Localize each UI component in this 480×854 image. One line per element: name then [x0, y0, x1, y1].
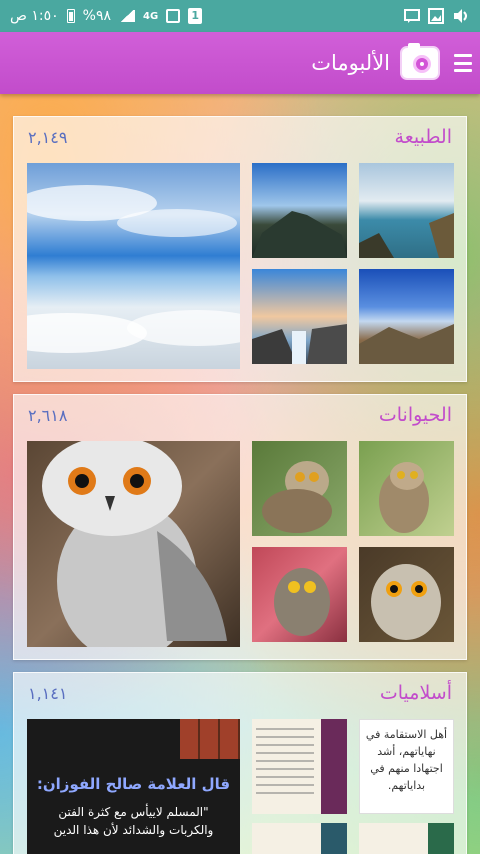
time: ١:٥٠ ص [10, 8, 59, 24]
quote-card-text: أهل الاستقامة في نهاياتهم، أشد اجتهادا م… [365, 728, 448, 792]
battery-percent: %٩٨ [82, 8, 112, 24]
camera-icon [400, 43, 440, 80]
sky-clouds-image [27, 185, 240, 353]
owl-image [42, 441, 227, 647]
album-title: الطبيعة [394, 126, 452, 148]
album-thumb[interactable] [252, 163, 347, 258]
album-thumb[interactable] [252, 719, 347, 814]
page-title: الألبومات [311, 51, 390, 75]
sim-badge: 1 [188, 8, 203, 24]
status-bar: ١:٥٠ ص %٩٨ 4G 1 [0, 0, 480, 32]
album-title: أسلاميات [379, 682, 452, 704]
album-header: ٢,٦١٨ الحيوانات [14, 395, 466, 435]
album-thumb[interactable] [252, 441, 347, 536]
album-card-nature[interactable]: ٢,١٤٩ الطبيعة [13, 116, 467, 382]
status-right [404, 8, 470, 24]
volcano-image [252, 211, 347, 258]
owl-image [379, 462, 429, 533]
poster-heading: قال العلامة صالح الفوزان: [36, 775, 231, 793]
album-thumb[interactable] [359, 547, 454, 642]
album-cover-large[interactable]: قال العلامة صالح الفوزان: "المسلم لاييأس… [27, 719, 240, 854]
owl-image [274, 568, 330, 636]
album-count: ٢,١٤٩ [28, 127, 68, 147]
album-thumb[interactable] [252, 547, 347, 642]
album-thumb[interactable] [359, 441, 454, 536]
hamburger-menu-icon[interactable] [454, 54, 472, 72]
album-header: ٢,١٤٩ الطبيعة [14, 117, 466, 157]
album-card-animals[interactable]: ٢,٦١٨ الحيوانات [13, 394, 467, 660]
signal-box-icon [166, 9, 181, 23]
album-thumb[interactable] [359, 269, 454, 364]
album-title: الحيوانات [378, 404, 452, 426]
book-cover-decoration [428, 823, 454, 854]
album-cover-large[interactable] [27, 441, 240, 647]
keyboard-icon [404, 9, 420, 23]
app-bar: الألبومات [0, 32, 480, 94]
album-header: ١,١٤١ أسلاميات [14, 673, 466, 713]
album-count: ١,١٤١ [28, 683, 68, 703]
album-cover-large[interactable] [27, 163, 240, 369]
gallery-icon [428, 8, 444, 24]
album-thumb[interactable] [252, 269, 347, 364]
owl-image [371, 564, 441, 640]
album-thumb[interactable] [359, 823, 454, 854]
book-cover-decoration [321, 719, 347, 814]
album-thumb[interactable]: أهل الاستقامة في نهاياتهم، أشد اجتهادا م… [359, 719, 454, 814]
album-card-islamic[interactable]: ١,١٤١ أسلاميات قال العلامة صالح الفوزان:… [13, 672, 467, 854]
owl-image [262, 461, 332, 533]
brick-wall-decoration [180, 719, 240, 759]
poster-quote: "المسلم لاييأس مع كثرة الفتن والكربات وا… [53, 805, 214, 837]
text-page-image [256, 728, 314, 794]
volume-icon [454, 9, 467, 23]
album-thumb[interactable] [252, 823, 347, 854]
album-thumb[interactable] [359, 163, 454, 258]
mountain-valley-image [359, 324, 454, 364]
album-count: ٢,٦١٨ [28, 405, 68, 425]
status-left: ١:٥٠ ص %٩٨ 4G 1 [10, 8, 203, 24]
storm-sea-image [359, 213, 454, 258]
battery-icon [66, 9, 75, 23]
signal-icon [119, 10, 136, 22]
book-cover-decoration [321, 823, 347, 854]
waterfall-image [252, 324, 347, 364]
network-type: 4G [143, 10, 159, 22]
